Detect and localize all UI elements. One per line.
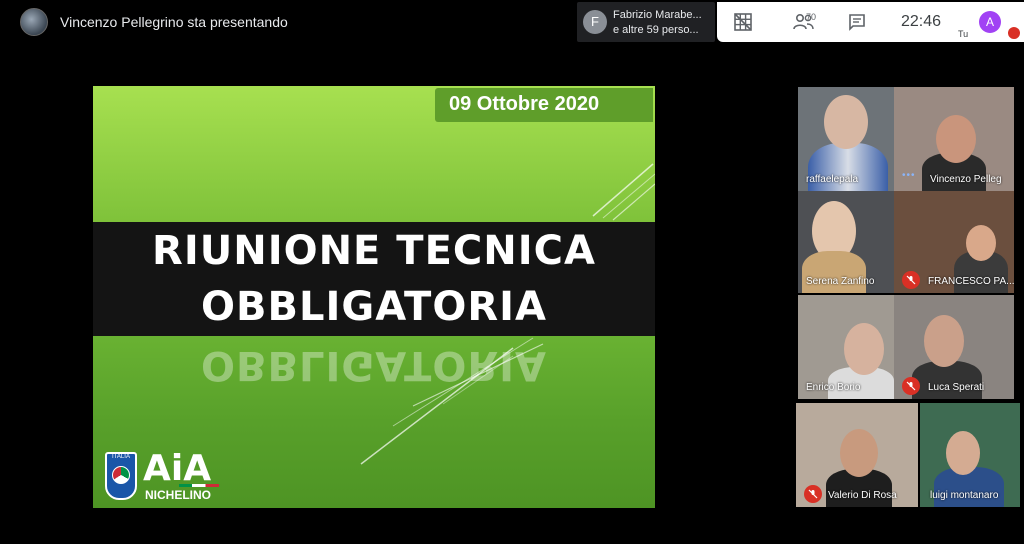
notification-avatar: F	[583, 10, 607, 34]
participant-tile[interactable]: Luca Sperati	[894, 295, 1014, 399]
mic-off-icon	[902, 377, 920, 395]
participant-name: Valerio Di Rosa	[828, 490, 897, 501]
top-bar: Vincenzo Pellegrino sta presentando F Fa…	[0, 0, 1024, 48]
mic-off-icon	[902, 271, 920, 289]
logo-country-text: ITALIA	[112, 454, 130, 460]
logo-flag-bar	[179, 484, 219, 487]
participant-face	[966, 225, 996, 261]
participant-tile[interactable]: Valerio Di Rosa	[796, 403, 918, 507]
participant-tile[interactable]: raffaelepala	[798, 87, 894, 191]
participant-name: luigi montanaro	[930, 490, 999, 501]
meeting-toolbar: 70 22:46 A Tu	[717, 2, 1024, 42]
participant-face	[946, 431, 980, 475]
participant-name: Serena Zanfino	[806, 276, 875, 287]
participant-tile[interactable]: Serena Zanfino	[798, 191, 894, 293]
participant-count: 70	[806, 12, 817, 22]
participant-face	[844, 323, 884, 375]
meeting-window: Vincenzo Pellegrino sta presentando F Fa…	[0, 0, 1024, 544]
self-label: Tu	[958, 29, 969, 39]
chat-icon	[849, 14, 865, 31]
presentation-slide: 09 Ottobre 2020 RIUNIONE TECNICA OBBLIGA…	[93, 86, 655, 508]
presenter-avatar	[20, 8, 48, 36]
grid-layout-icon	[734, 13, 752, 31]
participant-name: FRANCESCO PA...	[928, 276, 1014, 287]
participant-face	[840, 429, 878, 477]
participant-face	[824, 95, 868, 149]
join-notification[interactable]: F Fabrizio Marabe... e altre 59 perso...	[577, 2, 715, 42]
participant-tile[interactable]: Enrico Borio	[798, 295, 894, 399]
participant-name: raffaelepala	[806, 174, 859, 185]
logo-ball	[112, 466, 130, 484]
notification-line1: Fabrizio Marabe...	[613, 9, 702, 21]
clock: 22:46	[901, 13, 942, 30]
participant-name: Enrico Borio	[806, 382, 861, 393]
bottom-bar	[0, 508, 1024, 544]
slide-light-streaks	[360, 163, 655, 465]
participant-name: Luca Sperati	[928, 382, 985, 393]
presenting-status: Vincenzo Pellegrino sta presentando	[60, 14, 288, 30]
self-avatar[interactable]: A	[979, 11, 1001, 33]
aia-logo-text: AiA	[143, 448, 212, 489]
chat-button[interactable]	[845, 10, 869, 34]
grid-layout-button[interactable]	[731, 10, 755, 34]
self-mic-off-icon	[1008, 27, 1020, 39]
mic-off-icon	[804, 485, 822, 503]
participant-name: Vincenzo Pelleg	[930, 174, 1002, 185]
participant-tile[interactable]: ••• Vincenzo Pelleg	[894, 87, 1014, 191]
participant-tile[interactable]: luigi montanaro	[920, 403, 1020, 507]
participant-face	[936, 115, 976, 163]
participant-face	[924, 315, 964, 367]
aia-section-text: NICHELINO	[145, 488, 211, 502]
speaking-indicator: •••	[902, 170, 916, 181]
participant-tile[interactable]: FRANCESCO PA...	[894, 191, 1014, 293]
notification-line2: e altre 59 perso...	[613, 24, 699, 36]
